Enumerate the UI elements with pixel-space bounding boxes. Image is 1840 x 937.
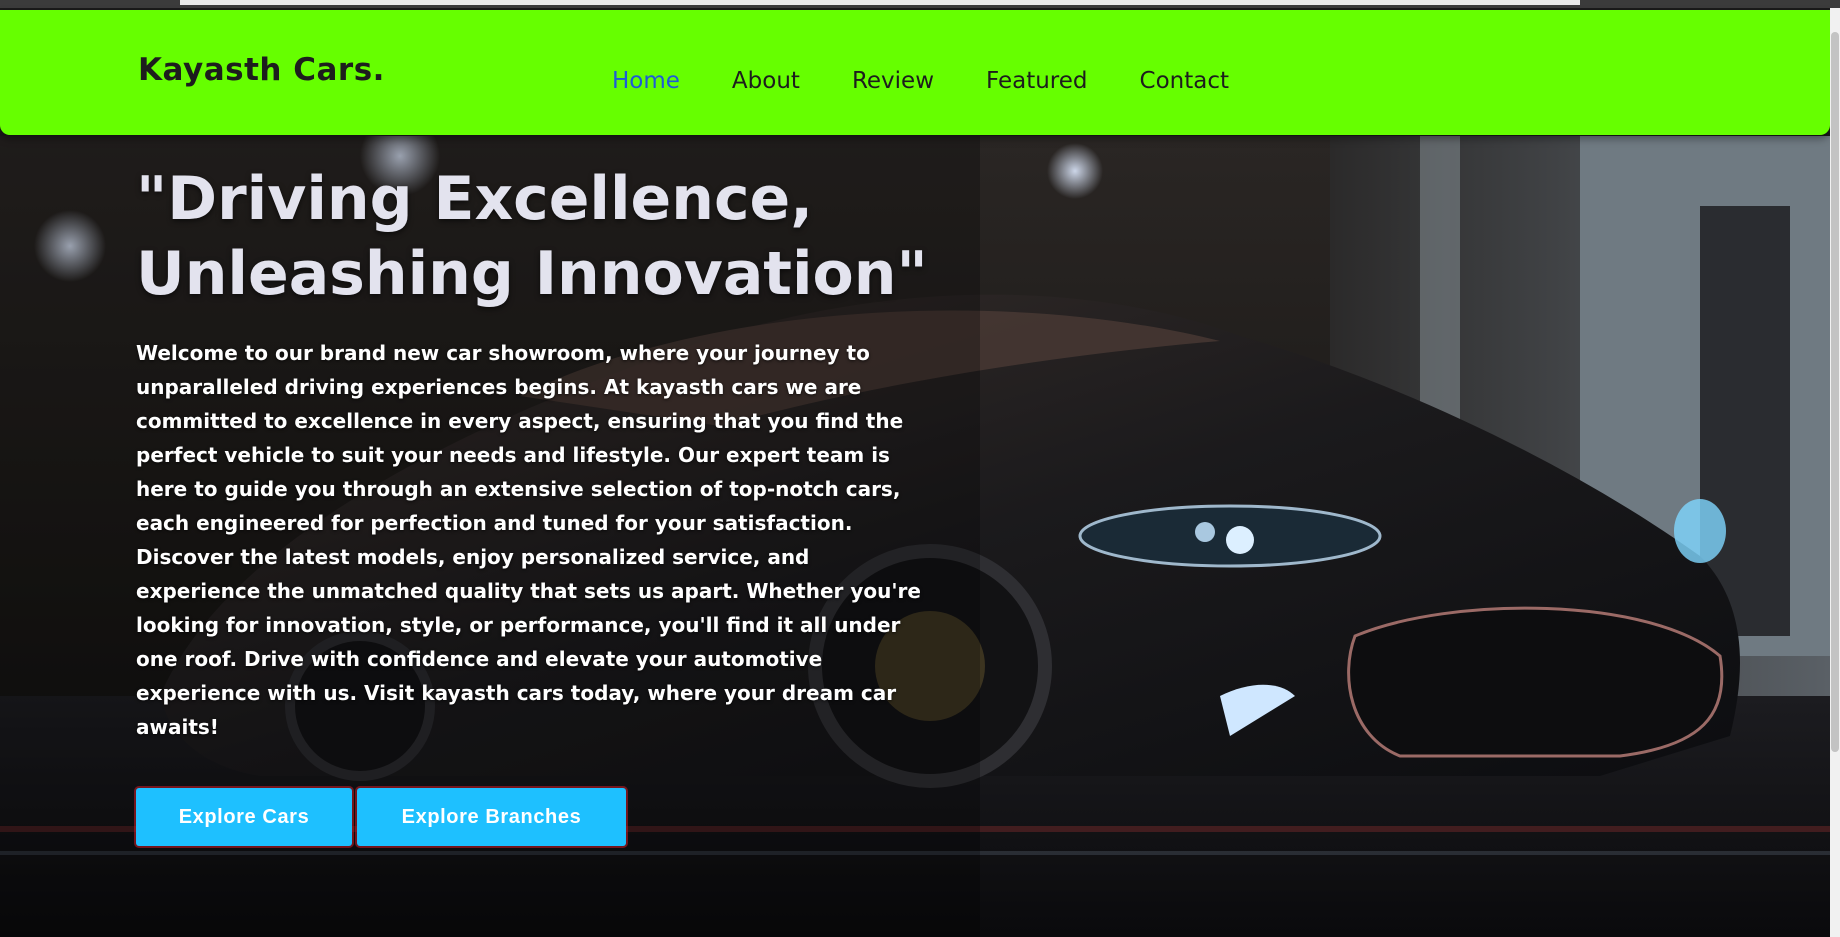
nav-links: Home About Review Featured Contact	[612, 68, 1229, 94]
explore-branches-button[interactable]: Explore Branches	[357, 788, 626, 846]
hero-intro-text: Welcome to our brand new car showroom, w…	[136, 341, 921, 739]
page-scrollbar[interactable]	[1830, 8, 1840, 937]
window-top-strip	[0, 0, 1840, 8]
nav-link-contact[interactable]: Contact	[1140, 68, 1229, 94]
nav-link-about[interactable]: About	[732, 68, 800, 94]
scrollbar-thumb[interactable]	[1831, 32, 1839, 752]
nav-link-featured[interactable]: Featured	[986, 68, 1088, 94]
nav-link-review[interactable]: Review	[852, 68, 934, 94]
window-top-highlight	[180, 0, 1580, 5]
page: Kayasth Cars. Home About Review Featured…	[0, 0, 1840, 937]
nav-link-home[interactable]: Home	[612, 68, 680, 94]
navbar: Kayasth Cars. Home About Review Featured…	[0, 10, 1830, 135]
hero-headline: "Driving Excellence, Unleashing Innovati…	[136, 164, 928, 309]
explore-cars-button[interactable]: Explore Cars	[136, 788, 352, 846]
brand-logo[interactable]: Kayasth Cars.	[138, 52, 385, 88]
